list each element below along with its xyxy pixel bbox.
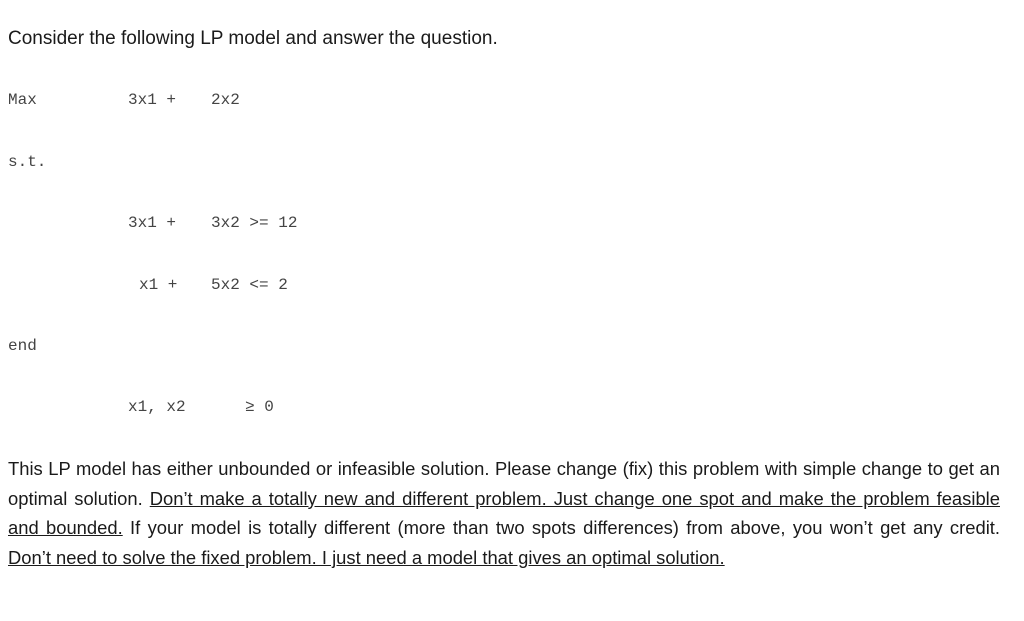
nonneg-vars: x1, x2 (128, 398, 186, 416)
objective-term-2: 2x2 (211, 91, 240, 109)
st-label: s.t. (8, 153, 47, 171)
objective-term-1: 3x1 + (128, 91, 177, 109)
constraint-1-lhs: 3x1 + (128, 214, 177, 232)
end-label: end (8, 337, 37, 355)
instructions-text-2: If your model is totally different (more… (122, 517, 1000, 539)
instructions-paragraph: This LP model has either unbounded or in… (8, 454, 1000, 573)
constraint-1-rhs: 3x2 >= 12 (211, 214, 298, 232)
constraint-2-rhs: 5x2 <= 2 (211, 276, 288, 294)
nonneg-relation: ≥ 0 (245, 398, 274, 416)
constraint-2-lhs: x1 + (139, 276, 178, 294)
instructions-underlined-2: Don’t need to solve the fixed problem. I… (8, 547, 725, 569)
intro-text: Consider the following LP model and answ… (8, 28, 498, 49)
objective-label: Max (8, 91, 37, 109)
